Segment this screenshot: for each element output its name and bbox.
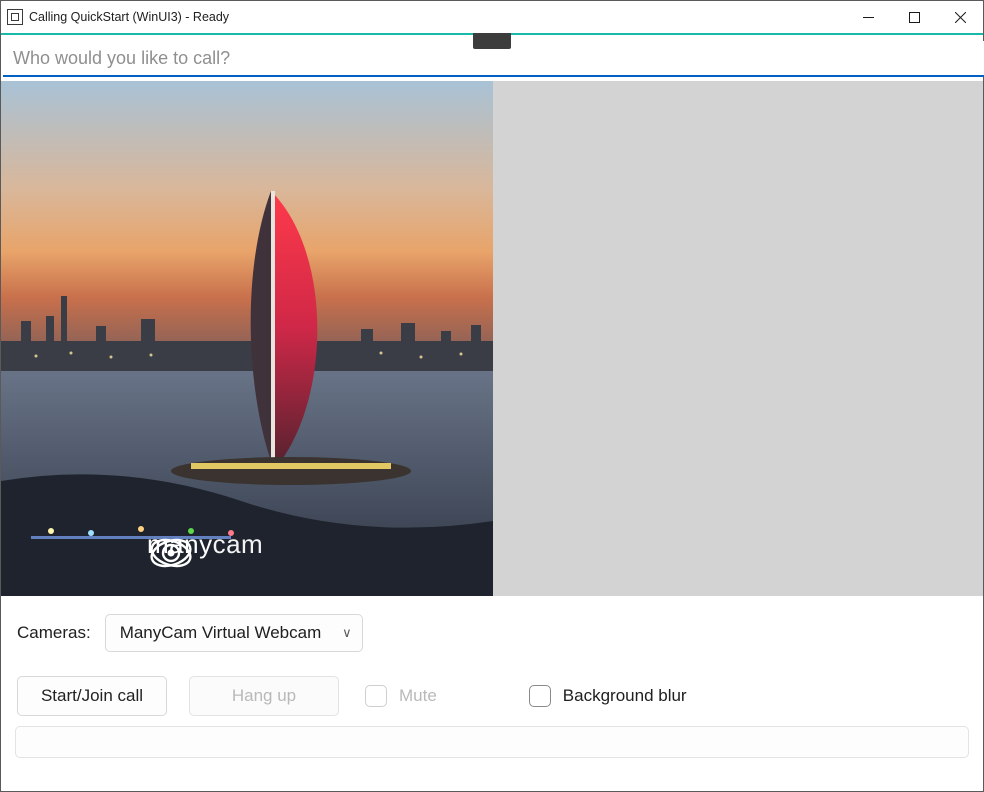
minimize-button[interactable] xyxy=(845,1,891,33)
checkbox-box-icon xyxy=(529,685,551,707)
video-row: manycam xyxy=(1,81,983,596)
minimize-icon xyxy=(863,12,874,23)
controls-region: Cameras: ManyCam Virtual Webcam ∨ Start/… xyxy=(1,596,983,726)
maximize-icon xyxy=(909,12,920,23)
mute-label: Mute xyxy=(399,686,437,706)
app-window: Calling QuickStart (WinUI3) - Ready xyxy=(0,0,984,792)
window-controls xyxy=(845,1,983,33)
app-icon xyxy=(7,9,23,25)
chevron-down-icon: ∨ xyxy=(342,625,352,641)
camera-row: Cameras: ManyCam Virtual Webcam ∨ xyxy=(17,614,967,652)
camera-select-value: ManyCam Virtual Webcam xyxy=(120,623,322,643)
video-frame-illustration xyxy=(1,81,493,596)
remote-video-placeholder xyxy=(493,81,983,596)
local-video-preview: manycam xyxy=(1,81,493,596)
background-blur-label: Background blur xyxy=(563,686,687,706)
checkbox-box-icon xyxy=(365,685,387,707)
cameras-label: Cameras: xyxy=(17,623,91,643)
manycam-logo-icon xyxy=(147,529,195,577)
window-title: Calling QuickStart (WinUI3) - Ready xyxy=(29,10,229,24)
maximize-button[interactable] xyxy=(891,1,937,33)
mute-checkbox[interactable]: Mute xyxy=(365,685,437,707)
hang-up-button[interactable]: Hang up xyxy=(189,676,339,716)
close-button[interactable] xyxy=(937,1,983,33)
titlebar-left: Calling QuickStart (WinUI3) - Ready xyxy=(7,9,229,25)
camera-select[interactable]: ManyCam Virtual Webcam ∨ xyxy=(105,614,363,652)
manycam-watermark: manycam xyxy=(147,529,263,560)
background-blur-checkbox[interactable]: Background blur xyxy=(529,685,687,707)
accent-strip xyxy=(1,33,983,35)
close-icon xyxy=(955,12,966,23)
action-row: Start/Join call Hang up Mute Background … xyxy=(17,676,967,716)
start-join-call-button[interactable]: Start/Join call xyxy=(17,676,167,716)
status-output xyxy=(15,726,969,758)
titlebar: Calling QuickStart (WinUI3) - Ready xyxy=(1,1,983,33)
